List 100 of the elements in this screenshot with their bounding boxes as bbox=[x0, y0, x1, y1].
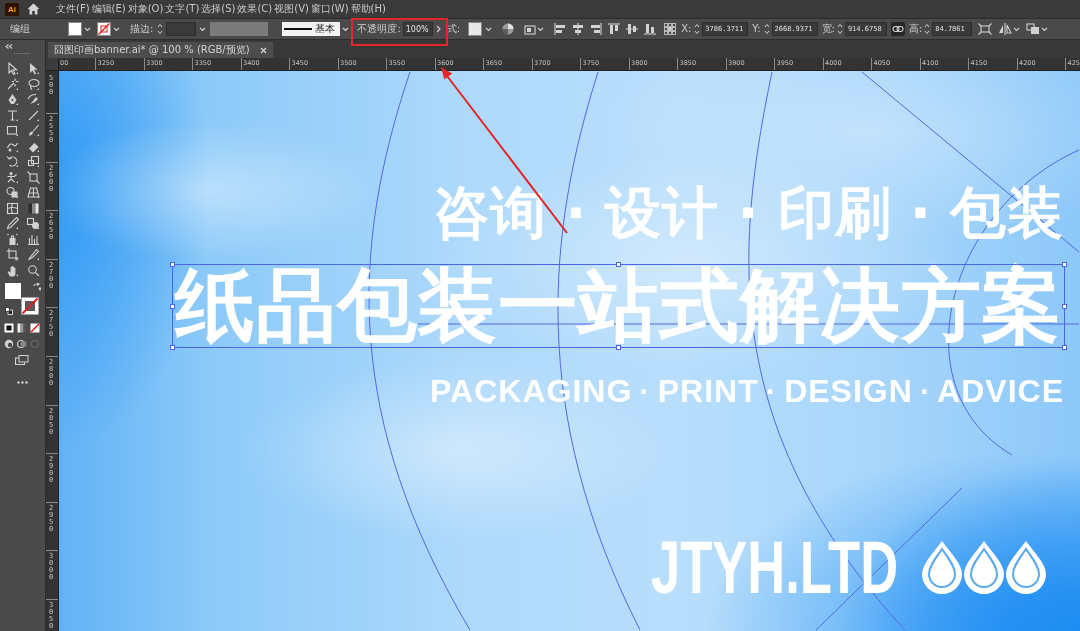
height-label: 高: bbox=[908, 23, 923, 35]
stick-figure-icon[interactable] bbox=[6, 170, 19, 184]
pen-nib-icon[interactable] bbox=[6, 93, 19, 107]
bar-chart-icon[interactable] bbox=[27, 232, 40, 246]
menu-item[interactable]: 效果(C) bbox=[237, 2, 273, 16]
transform-icon[interactable] bbox=[978, 23, 993, 35]
stroke-line-icon bbox=[284, 27, 313, 31]
menu-item[interactable]: 选择(S) bbox=[201, 2, 236, 16]
align-top-icon[interactable] bbox=[608, 23, 621, 35]
stroke-label: 描边: bbox=[130, 23, 154, 35]
graphic-style-swatch[interactable] bbox=[468, 22, 483, 36]
reference-point-icon[interactable] bbox=[664, 23, 677, 35]
menu-item[interactable]: 帮助(H) bbox=[350, 2, 386, 16]
eyedropper-icon[interactable] bbox=[6, 217, 19, 231]
menu-item[interactable]: 视图(V) bbox=[274, 2, 309, 16]
line-segment-icon[interactable] bbox=[27, 108, 40, 122]
resize-handle[interactable] bbox=[1062, 303, 1067, 309]
fill-swatch[interactable] bbox=[5, 283, 21, 299]
y-label: Y: bbox=[752, 23, 761, 35]
menu-item[interactable]: 对象(O) bbox=[127, 2, 164, 16]
rotate-icon[interactable] bbox=[6, 155, 19, 169]
menu-item[interactable]: 文件(F) bbox=[56, 2, 90, 16]
color-wheel-icon[interactable] bbox=[502, 23, 515, 35]
align-to-icon[interactable] bbox=[524, 23, 537, 35]
align-center-icon[interactable] bbox=[572, 23, 585, 35]
document-tab[interactable]: 囧图印画banner.ai* @ 100 % (RGB/预览) bbox=[48, 42, 273, 58]
knife-icon[interactable] bbox=[27, 248, 40, 262]
caret-icon[interactable] bbox=[199, 26, 207, 32]
more-icon[interactable] bbox=[17, 381, 28, 384]
none-mode-icon[interactable] bbox=[30, 323, 40, 333]
stepper-icon[interactable] bbox=[157, 23, 164, 35]
link-icon[interactable] bbox=[890, 22, 905, 36]
gradient-icon[interactable] bbox=[27, 201, 40, 215]
lasso-icon[interactable] bbox=[27, 77, 40, 91]
stepper-icon[interactable] bbox=[763, 23, 770, 35]
draw-normal-icon[interactable] bbox=[4, 339, 14, 349]
swap-icon[interactable] bbox=[33, 283, 41, 291]
water-drop-icon bbox=[1004, 540, 1048, 596]
stroke-swatch[interactable] bbox=[97, 22, 111, 36]
transform-box-icon[interactable] bbox=[27, 170, 40, 184]
stepper-icon[interactable] bbox=[694, 23, 701, 35]
draw-behind-icon[interactable] bbox=[17, 339, 27, 349]
collapse-icon[interactable] bbox=[5, 44, 13, 49]
stepper-icon[interactable] bbox=[836, 23, 843, 35]
perspective-grid-icon[interactable] bbox=[27, 186, 40, 200]
stroke-swatch[interactable] bbox=[21, 297, 39, 315]
shape-builder-icon[interactable] bbox=[6, 186, 19, 200]
mesh-icon[interactable] bbox=[6, 201, 19, 215]
magnifier-icon[interactable] bbox=[27, 263, 40, 277]
close-icon[interactable] bbox=[259, 46, 267, 54]
water-drop-icon bbox=[920, 540, 964, 596]
spray-can-icon[interactable] bbox=[6, 232, 19, 246]
resize-handle[interactable] bbox=[1062, 262, 1067, 267]
opacity-label: 不透明度: bbox=[357, 23, 401, 35]
resize-handle[interactable] bbox=[170, 345, 176, 350]
type-tool-icon[interactable] bbox=[6, 108, 19, 122]
rectangle-icon[interactable] bbox=[6, 124, 19, 138]
paintbrush-icon[interactable] bbox=[27, 124, 40, 138]
align-bottom-icon[interactable] bbox=[644, 23, 657, 35]
fill-swatch[interactable] bbox=[68, 22, 82, 36]
style-label: 式: bbox=[446, 23, 461, 35]
app-logo[interactable]: Ai bbox=[5, 2, 19, 16]
pointer-icon[interactable] bbox=[27, 62, 40, 76]
resize-handle[interactable] bbox=[170, 303, 176, 309]
pointer-outline-icon[interactable] bbox=[6, 62, 19, 76]
resize-handle[interactable] bbox=[170, 262, 176, 267]
stepper-icon[interactable] bbox=[924, 23, 931, 35]
curvature-pen-icon[interactable] bbox=[27, 93, 40, 107]
flip-icon[interactable] bbox=[998, 23, 1013, 35]
selection-label: 编组 bbox=[10, 23, 30, 35]
magic-wand-icon[interactable] bbox=[6, 77, 19, 91]
opacity-field[interactable]: 100% bbox=[402, 22, 433, 36]
resize-handle[interactable] bbox=[1062, 345, 1067, 350]
screen-mode-icon[interactable] bbox=[15, 355, 29, 365]
artboard-icon[interactable] bbox=[6, 248, 19, 262]
caret-icon[interactable] bbox=[537, 26, 545, 32]
color-mode-icon[interactable] bbox=[4, 323, 14, 333]
arrange-icon[interactable] bbox=[1026, 23, 1041, 35]
align-right-icon[interactable] bbox=[590, 23, 603, 35]
hand-icon[interactable] bbox=[6, 263, 19, 277]
caret-icon[interactable] bbox=[84, 26, 91, 32]
default-colors-icon[interactable] bbox=[5, 307, 13, 315]
align-middle-icon[interactable] bbox=[626, 23, 639, 35]
stroke-width-field[interactable] bbox=[166, 22, 197, 36]
caret-icon[interactable] bbox=[113, 26, 120, 32]
caret-icon[interactable] bbox=[342, 26, 350, 32]
chevron-right-icon[interactable] bbox=[435, 25, 441, 33]
menu-item[interactable]: 窗口(W) bbox=[310, 2, 349, 16]
gradient-mode-icon[interactable] bbox=[17, 323, 27, 333]
caret-icon[interactable] bbox=[1013, 26, 1021, 32]
caret-icon[interactable] bbox=[485, 26, 493, 32]
x-label: X: bbox=[681, 23, 692, 35]
scale-icon[interactable] bbox=[27, 155, 40, 169]
home-icon[interactable] bbox=[27, 3, 40, 15]
brush-dropdown[interactable]: 基本 bbox=[282, 22, 341, 36]
menu-item[interactable]: 编辑(E) bbox=[91, 2, 126, 16]
align-left-icon[interactable] bbox=[554, 23, 567, 35]
menu-item[interactable]: 文字(T) bbox=[165, 2, 200, 16]
caret-icon[interactable] bbox=[1041, 26, 1049, 32]
blend-icon[interactable] bbox=[27, 217, 40, 231]
